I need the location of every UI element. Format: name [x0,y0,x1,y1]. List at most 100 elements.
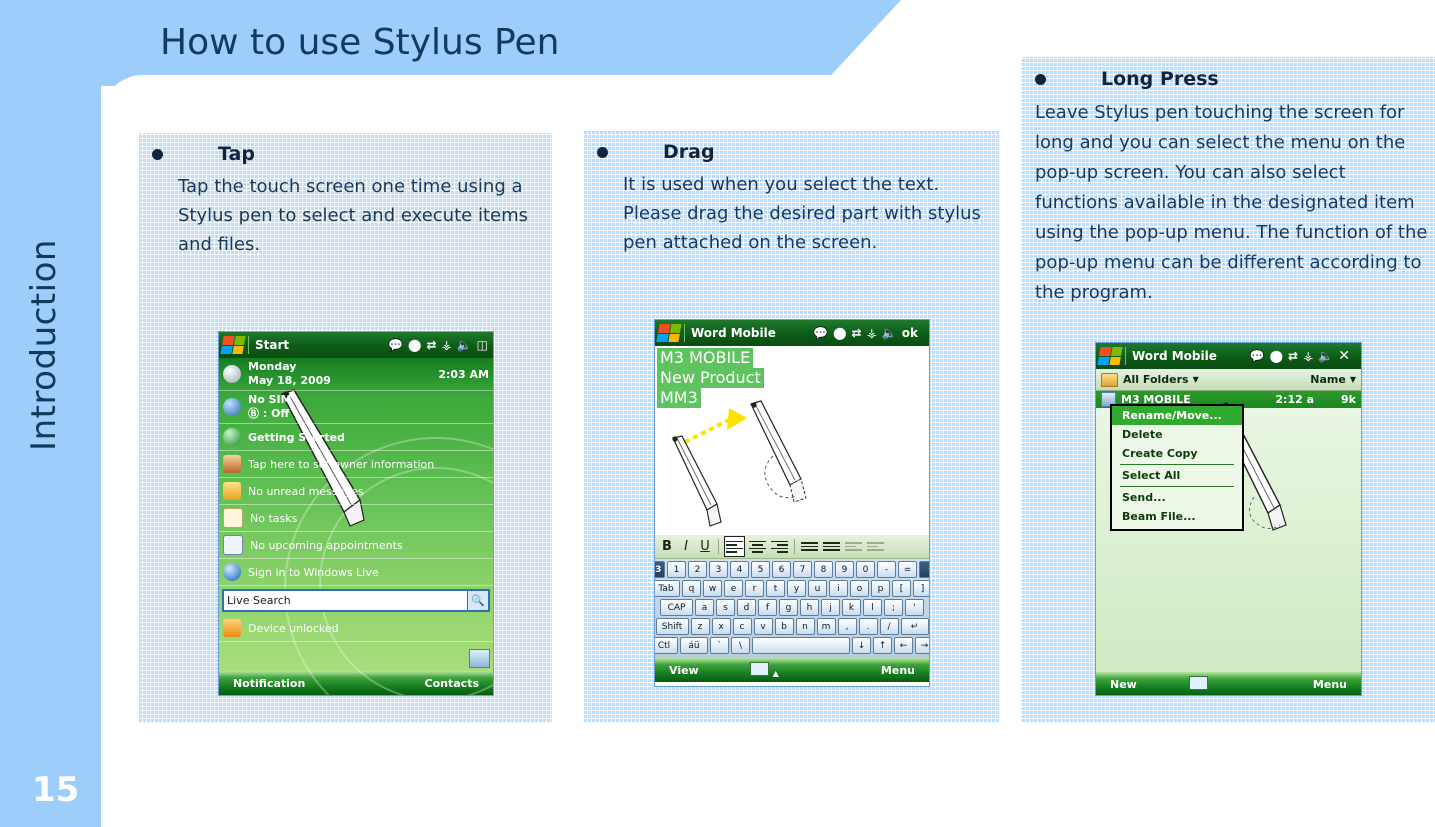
chevron-down-icon[interactable]: ▼ [1193,375,1199,384]
numbered-list-button[interactable] [800,537,819,556]
messaging-icon[interactable]: 💬 [388,339,403,351]
connectivity-icon[interactable]: ⇄ [426,339,436,351]
softkey-menu[interactable]: Menu [1313,678,1347,691]
close-icon[interactable]: ✕ [1338,349,1356,363]
key-a[interactable]: a [695,599,714,616]
key-j[interactable]: j [821,599,840,616]
key-3[interactable]: 3 [709,561,728,578]
start-label[interactable]: Start [255,338,289,352]
key-equals[interactable]: = [898,561,917,578]
tray-icon[interactable] [469,649,490,668]
context-menu-item-send[interactable]: Send... [1112,488,1242,507]
today-row-tasks[interactable]: No tasks [219,505,493,532]
key-enter[interactable]: ↵ [900,618,929,635]
increase-indent-button[interactable] [866,537,885,556]
speaker-icon[interactable]: 🔈 [457,339,472,351]
key-arrow-right[interactable]: → [915,637,929,654]
document-canvas[interactable]: M3 MOBILE New Product MM3 [655,346,929,535]
softkey-notification[interactable]: Notification [233,677,305,690]
today-row-sim[interactable]: No SIM Ⓑ : Off [219,391,493,424]
bullet-list-button[interactable] [822,537,841,556]
key-backspace[interactable]: ← [919,561,929,578]
formatting-toolbar[interactable]: B I U [655,535,929,559]
key-p[interactable]: p [871,580,890,597]
key-arrow-left[interactable]: ← [894,637,913,654]
key-apostrophe[interactable]: ' [905,599,924,616]
key-x[interactable]: x [711,618,731,635]
context-menu-item-beam-file[interactable]: Beam File... [1112,507,1242,526]
key-arrow-up[interactable]: ↑ [873,637,892,654]
align-left-button[interactable] [724,536,745,557]
key-backtick[interactable]: ` [710,637,729,654]
key-q[interactable]: q [682,580,701,597]
context-menu-item-rename-move[interactable]: Rename/Move... [1112,406,1242,425]
today-row-owner[interactable]: Tap here to set owner information [219,451,493,478]
key-z[interactable]: z [690,618,710,635]
key-m[interactable]: m [816,618,836,635]
sync-icon[interactable]: ⚶ [867,327,877,339]
key-g[interactable]: g [779,599,798,616]
bold-button[interactable]: B [659,539,675,554]
key-period[interactable]: . [858,618,878,635]
key-d[interactable]: d [737,599,756,616]
key-4[interactable]: 4 [730,561,749,578]
messaging-icon[interactable]: 💬 [813,327,828,339]
softkey-new[interactable]: New [1110,678,1137,691]
key-6[interactable]: 6 [772,561,791,578]
today-row-appointments[interactable]: No upcoming appointments [219,532,493,559]
key-7[interactable]: 7 [793,561,812,578]
connectivity-icon[interactable]: ⇄ [1288,350,1298,362]
messaging-icon[interactable]: 💬 [1250,350,1265,362]
key-tab[interactable]: Tab [655,580,680,597]
sort-label[interactable]: Name [1310,373,1346,386]
key-v[interactable]: v [753,618,773,635]
key-comma[interactable]: , [837,618,857,635]
key-n[interactable]: n [795,618,815,635]
key-0[interactable]: 0 [856,561,875,578]
key-backslash[interactable]: \ [731,637,750,654]
italic-button[interactable]: I [678,539,694,554]
keyboard-icon[interactable] [1189,675,1209,693]
sync-icon[interactable]: ⚶ [1303,350,1313,362]
key-l[interactable]: l [863,599,882,616]
key-arrow-down[interactable]: ↓ [852,637,871,654]
speaker-icon[interactable]: 🔈 [1318,350,1333,362]
today-row-device-lock[interactable]: Device unlocked [219,615,493,642]
context-menu-item-select-all[interactable]: Select All [1112,466,1242,485]
key-e[interactable]: e [724,580,743,597]
context-menu-item-create-copy[interactable]: Create Copy [1112,444,1242,463]
volume-round-icon[interactable]: ⬤ [1270,350,1283,362]
key-s[interactable]: s [716,599,735,616]
today-row-messages[interactable]: No unread messages [219,478,493,505]
today-row-windows-live[interactable]: Sign in to Windows Live [219,559,493,586]
key-f[interactable]: f [758,599,777,616]
sort-control[interactable]: Name ▼ [1310,373,1356,386]
key-minus[interactable]: - [877,561,896,578]
speaker-icon[interactable]: 🔈 [882,327,897,339]
volume-round-icon[interactable]: ⬤ [408,339,421,351]
key-bracket-right[interactable]: ] [913,580,929,597]
softkey-view[interactable]: View [669,664,699,677]
chevron-down-icon[interactable]: ▼ [1350,375,1356,384]
live-search-input[interactable]: Live Search 🔍 [222,589,490,612]
key-b[interactable]: b [774,618,794,635]
key-r[interactable]: r [745,580,764,597]
key-bracket-left[interactable]: [ [892,580,911,597]
key-y[interactable]: y [787,580,806,597]
sync-icon[interactable]: ⚶ [442,339,452,351]
keyboard-icon[interactable]: ▲ [749,661,779,679]
key-i[interactable]: i [829,580,848,597]
key-1[interactable]: 1 [667,561,686,578]
ok-button[interactable]: ok [902,327,924,339]
battery-icon[interactable]: ◫ [477,339,488,351]
key-w[interactable]: w [703,580,722,597]
key-t[interactable]: t [766,580,785,597]
search-icon[interactable]: 🔍 [467,591,488,610]
key-8[interactable]: 8 [814,561,833,578]
key-ctl[interactable]: Ctl [655,637,678,654]
volume-round-icon[interactable]: ⬤ [833,327,846,339]
key-slash[interactable]: / [879,618,899,635]
soft-keyboard[interactable]: 123 1 2 3 4 5 6 7 8 9 0 - = ← Tab q w e … [655,559,929,658]
today-row-datetime[interactable]: Monday May 18, 2009 2:03 AM [219,358,493,391]
key-9[interactable]: 9 [835,561,854,578]
